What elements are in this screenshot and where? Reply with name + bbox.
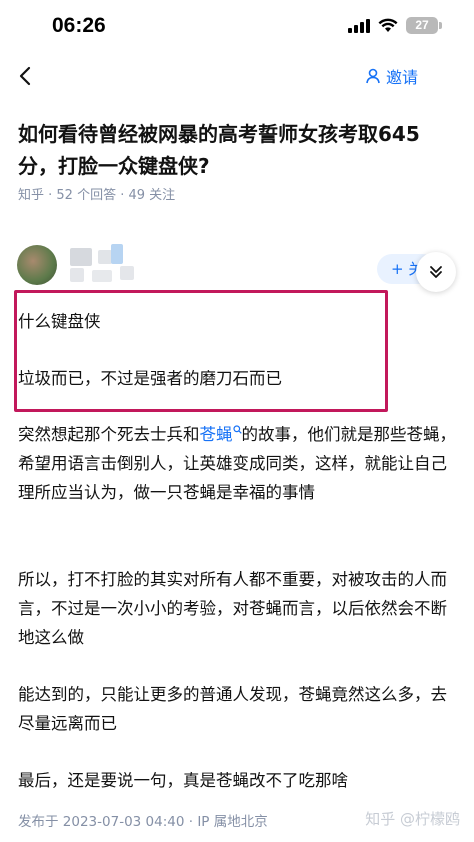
author-name-blurred[interactable]	[70, 244, 150, 284]
battery-icon: 27	[406, 17, 442, 34]
publish-info: 发布于 2023-07-03 04:40 · IP 属地北京	[18, 814, 268, 830]
answer-paragraph: 突然想起那个死去士兵和苍蝇 的故事，他们就是那些苍蝇，希望用语言击倒别人，让英雄变…	[18, 420, 460, 507]
answer-text: 突然想起那个死去士兵和	[18, 425, 200, 444]
keyword-text: 苍蝇	[199, 425, 233, 444]
answer-paragraph: 所以，打不打脸的其实对所有人都不重要，对被攻击的人而言，不过是一次小小的考验，对…	[18, 570, 447, 647]
user-plus-icon	[366, 68, 380, 84]
status-icons: 27	[348, 17, 442, 34]
answer-paragraph: 垃圾而已，不过是强者的磨刀石而已	[18, 369, 282, 388]
answer-paragraph: 最后，还是要说一句，真是苍蝇改不了吃那啥	[18, 771, 348, 790]
signal-icon	[348, 18, 370, 33]
wifi-icon	[378, 18, 398, 32]
question-meta: 知乎 · 52 个回答 · 49 关注	[18, 188, 176, 203]
keyword-link[interactable]: 苍蝇	[199, 424, 242, 444]
back-button[interactable]	[14, 62, 38, 90]
avatar[interactable]	[17, 245, 57, 285]
nav-bar: 邀请	[0, 56, 474, 96]
invite-label: 邀请	[385, 68, 418, 87]
watermark: 知乎 @柠檬鸥	[365, 810, 460, 828]
status-time: 06:26	[52, 14, 106, 37]
answer-paragraph: 什么键盘侠	[18, 312, 101, 331]
chevron-left-icon	[19, 66, 31, 86]
answer-paragraph: 能达到的，只能让更多的普通人发现，苍蝇竟然这么多，去尽量远离而已	[18, 685, 447, 733]
question-title[interactable]: 如何看待曾经被网暴的高考誓师女孩考取645分，打脸一众键盘侠?	[18, 118, 458, 182]
collapse-button[interactable]	[416, 252, 456, 292]
invite-button[interactable]: 邀请	[366, 64, 418, 88]
search-icon	[232, 424, 242, 434]
double-chevron-down-icon	[430, 266, 442, 278]
status-bar: 06:26 27	[0, 0, 474, 56]
